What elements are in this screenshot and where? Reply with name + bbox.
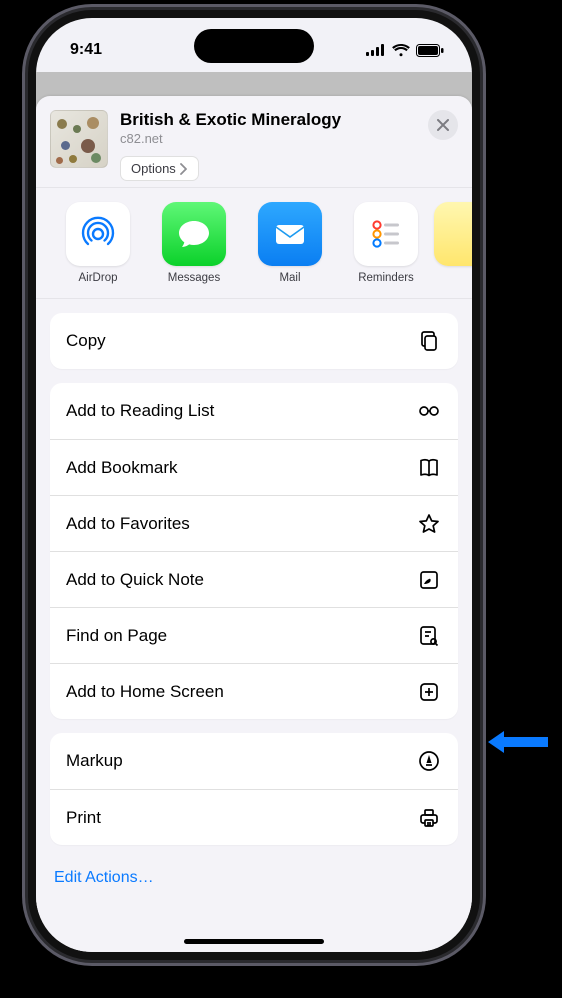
plus-square-icon [416, 679, 442, 705]
book-icon [416, 455, 442, 481]
share-header: British & Exotic Mineralogy c82.net Opti… [36, 96, 472, 188]
action-group: Copy [50, 313, 458, 369]
markup-icon [416, 748, 442, 774]
action-label: Add to Favorites [66, 514, 190, 534]
quicknote-icon [416, 567, 442, 593]
action-group: Add to Reading List Add Bookmark Add to Fa… [50, 383, 458, 719]
chevron-right-icon [180, 163, 188, 175]
page-domain: c82.net [120, 131, 416, 146]
status-time: 9:41 [70, 41, 102, 59]
action-group: Markup Print [50, 733, 458, 845]
action-label: Add to Quick Note [66, 570, 204, 590]
share-target-label: Mail [279, 272, 300, 284]
share-target-label: AirDrop [79, 272, 118, 284]
notes-icon [434, 202, 472, 266]
action-label: Add Bookmark [66, 458, 178, 478]
reminders-icon [354, 202, 418, 266]
annotation-arrow [488, 729, 548, 755]
action-label: Add to Reading List [66, 401, 214, 421]
share-target-reminders[interactable]: Reminders [338, 202, 434, 284]
home-indicator[interactable] [184, 939, 324, 944]
share-target-label: Reminders [358, 272, 414, 284]
copy-icon [416, 328, 442, 354]
volume-up-button [22, 236, 27, 300]
dynamic-island [194, 29, 314, 63]
action-label: Copy [66, 331, 106, 351]
action-print[interactable]: Print [50, 789, 458, 845]
cellular-icon [366, 44, 386, 56]
mail-icon [258, 202, 322, 266]
action-quick-note[interactable]: Add to Quick Note [50, 551, 458, 607]
screen: 9:41 [36, 18, 472, 952]
share-target-mail[interactable]: Mail [242, 202, 338, 284]
wifi-icon [392, 44, 410, 57]
share-target-label: Messages [168, 272, 220, 284]
airdrop-icon [66, 202, 130, 266]
star-icon [416, 511, 442, 537]
action-homescreen[interactable]: Add to Home Screen [50, 663, 458, 719]
close-button[interactable] [428, 110, 458, 140]
share-target-notes-peek[interactable] [434, 202, 464, 284]
volume-switch [22, 175, 27, 209]
page-title: British & Exotic Mineralogy [120, 110, 416, 130]
share-targets-row[interactable]: AirDrop Messages Mail [36, 188, 472, 299]
action-favorites[interactable]: Add to Favorites [50, 495, 458, 551]
action-find[interactable]: Find on Page [50, 607, 458, 663]
options-label: Options [131, 161, 176, 176]
find-icon [416, 623, 442, 649]
phone-frame: 9:41 [28, 10, 480, 960]
action-copy[interactable]: Copy [50, 313, 458, 369]
share-target-airdrop[interactable]: AirDrop [50, 202, 146, 284]
share-target-messages[interactable]: Messages [146, 202, 242, 284]
edit-actions-link[interactable]: Edit Actions… [36, 861, 472, 901]
print-icon [416, 805, 442, 831]
actions-scroll[interactable]: CopyAdd to Reading ListAdd BookmarkAdd t… [36, 299, 472, 861]
share-sheet: British & Exotic Mineralogy c82.net Opti… [36, 96, 472, 952]
close-icon [437, 119, 449, 131]
page-thumbnail [50, 110, 108, 168]
action-markup[interactable]: Markup [50, 733, 458, 789]
battery-icon [416, 44, 444, 57]
action-label: Print [66, 808, 101, 828]
power-button [481, 250, 486, 350]
action-label: Find on Page [66, 626, 167, 646]
action-label: Markup [66, 751, 123, 771]
volume-down-button [22, 314, 27, 378]
action-label: Add to Home Screen [66, 682, 224, 702]
action-reading-list[interactable]: Add to Reading List [50, 383, 458, 439]
options-button[interactable]: Options [120, 156, 199, 181]
action-bookmark[interactable]: Add Bookmark [50, 439, 458, 495]
messages-icon [162, 202, 226, 266]
glasses-icon [416, 398, 442, 424]
